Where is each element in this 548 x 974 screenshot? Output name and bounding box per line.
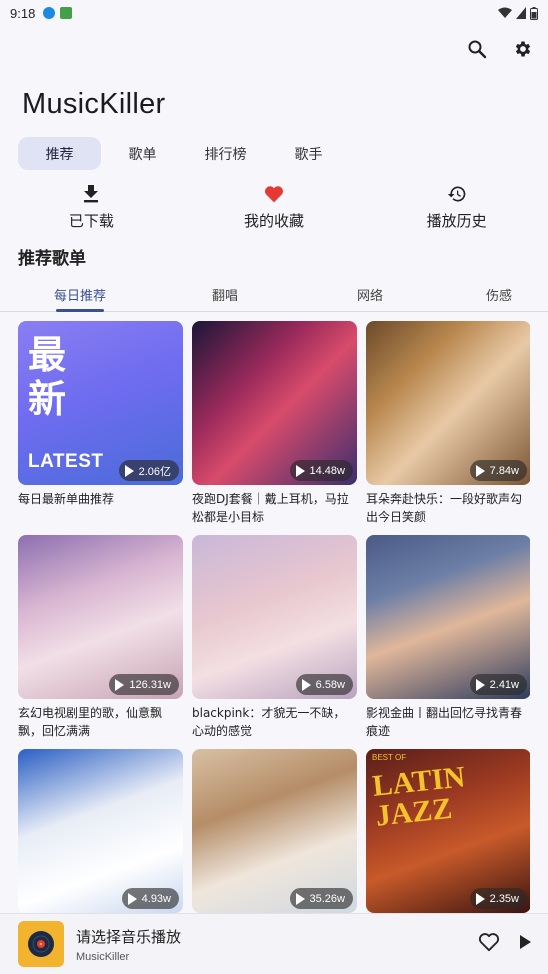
playlist-title: 玄幻电视剧里的歌，仙意飘飘，回忆满满 [18,706,163,738]
play-count-badge: 6.58w [295,674,353,695]
playlist-title: 影视金曲丨翻出回忆寻找青春痕迹 [366,706,523,738]
playlist-cover[interactable]: 7.84w [366,321,530,485]
wifi-icon [498,7,512,18]
battery-icon [530,6,538,20]
play-icon [124,464,134,477]
play-count-badge: 7.84w [469,460,527,481]
play-count: 14.48w [309,464,345,477]
history-label: 播放历史 [426,212,487,230]
playlist-card[interactable]: 7.84w 耳朵奔赴快乐：一段好歌声勾出今日笑颜 [366,321,530,535]
playlist-card[interactable]: 6.58w blackpink：才貌无一不缺，心动的感觉 [192,535,357,749]
search-icon [468,40,487,59]
play-icon [127,892,137,905]
top-actions [466,38,534,60]
downloaded-button[interactable]: 已下载 [0,184,183,231]
tab-playlists[interactable]: 歌单 [101,137,184,170]
player-title: 请选择音乐播放 [76,927,182,946]
play-count: 2.35w [489,892,519,905]
playlist-title: 每日最新单曲推荐 [18,492,115,506]
playlist-card[interactable]: BEST OF LATIN JAZZ 2.35w [366,749,530,913]
play-count-badge: 14.48w [289,460,353,481]
play-count-badge: 35.26w [289,888,353,909]
settings-button[interactable] [512,38,534,60]
signal-icon [516,7,526,19]
favorites-label: 我的收藏 [244,212,305,230]
quick-actions: 已下载 我的收藏 播放历史 [0,184,548,231]
downloaded-label: 已下载 [68,212,114,230]
tab-artists[interactable]: 歌手 [267,137,350,170]
status-bar: 9:18 [0,0,548,26]
play-count: 6.58w [315,678,345,691]
playlist-grid: 最 新 LATEST 2.06亿每日最新单曲推荐 14.48w 夜跑DJ套餐｜戴上耳机，… [18,321,530,913]
playlist-card[interactable]: 14.48w 夜跑DJ套餐｜戴上耳机，马拉松都是小目标 [192,321,357,535]
subtab-cover[interactable]: 翻唱 [160,278,290,311]
cover-small-text: BEST OF [372,753,407,762]
tab-charts[interactable]: 排行榜 [184,137,267,170]
notification-icon [43,7,56,19]
playlist-cover[interactable]: 35.26w [192,749,357,913]
play-count: 126.31w [129,678,171,691]
play-icon [295,464,305,477]
playlist-cover[interactable]: BEST OF LATIN JAZZ 2.35w [366,749,530,913]
play-button[interactable] [518,934,532,954]
history-icon [447,186,466,202]
playlist-card[interactable]: 2.41w 影视金曲丨翻出回忆寻找青春痕迹 [366,535,530,749]
playlist-category-tabs: 每日推荐 翻唱 网络 伤感 [0,278,548,312]
play-icon [301,678,311,691]
section-title: 推荐歌单 [18,249,86,269]
play-icon [295,892,305,905]
player-cover[interactable] [18,921,64,967]
heart-outline-icon [479,933,499,952]
player-subtitle: MusicKiller [76,950,130,963]
favorites-button[interactable]: 我的收藏 [183,184,366,231]
playlist-card[interactable]: 最 新 LATEST 2.06亿每日最新单曲推荐 [18,321,183,535]
subtab-daily[interactable]: 每日推荐 [0,278,160,311]
play-icon [475,464,485,477]
subtab-network[interactable]: 网络 [290,278,450,311]
status-time: 9:18 [10,5,36,21]
play-count-badge: 2.06亿 [118,460,179,481]
playlist-card[interactable]: 35.26w [192,749,357,913]
mini-player[interactable]: 请选择音乐播放 MusicKiller [0,913,548,974]
playlist-title: blackpink：才貌无一不缺，心动的感觉 [192,706,346,738]
favorite-button[interactable] [478,932,500,956]
playlist-cover[interactable]: 最 新 LATEST 2.06亿 [18,321,183,485]
app-title: MusicKiller [22,88,166,120]
playlist-cover[interactable]: 14.48w [192,321,357,485]
play-icon [475,678,485,691]
playlist-title: 夜跑DJ套餐｜戴上耳机，马拉松都是小目标 [192,492,349,524]
playlist-cover[interactable]: 6.58w [192,535,357,699]
play-count-badge: 2.35w [469,888,527,909]
play-icon [520,935,531,949]
cover-text: 最 新 [28,333,67,421]
main-tabs: 推荐 歌单 排行榜 歌手 [18,137,350,170]
playlist-card[interactable]: 4.93w [18,749,183,913]
tab-recommend[interactable]: 推荐 [18,137,101,170]
cover-subtext: LATEST [28,451,104,472]
download-icon [84,185,99,203]
heart-icon [264,186,284,203]
play-count: 2.41w [489,678,519,691]
playlist-cover[interactable]: 4.93w [18,749,183,913]
play-count: 7.84w [489,464,519,477]
play-count: 2.06亿 [138,465,171,478]
play-count: 35.26w [309,892,345,905]
app-notification-icon [60,7,73,19]
subtab-sad[interactable]: 伤感 [450,278,548,311]
playlist-cover[interactable]: 126.31w [18,535,183,699]
playlist-title: 耳朵奔赴快乐：一段好歌声勾出今日笑颜 [366,492,523,524]
play-count-badge: 2.41w [469,674,527,695]
playlist-card[interactable]: 126.31w 玄幻电视剧里的歌，仙意飘飘，回忆满满 [18,535,183,749]
search-button[interactable] [466,38,488,60]
gear-icon [515,41,531,57]
play-icon [475,892,485,905]
play-count: 4.93w [141,892,171,905]
history-button[interactable]: 播放历史 [365,184,548,231]
play-icon [115,678,125,691]
play-count-badge: 126.31w [109,674,179,695]
cover-title-text: LATIN JAZZ [370,760,467,833]
playlist-cover[interactable]: 2.41w [366,535,530,699]
play-count-badge: 4.93w [121,888,179,909]
vinyl-record-icon [28,931,54,957]
